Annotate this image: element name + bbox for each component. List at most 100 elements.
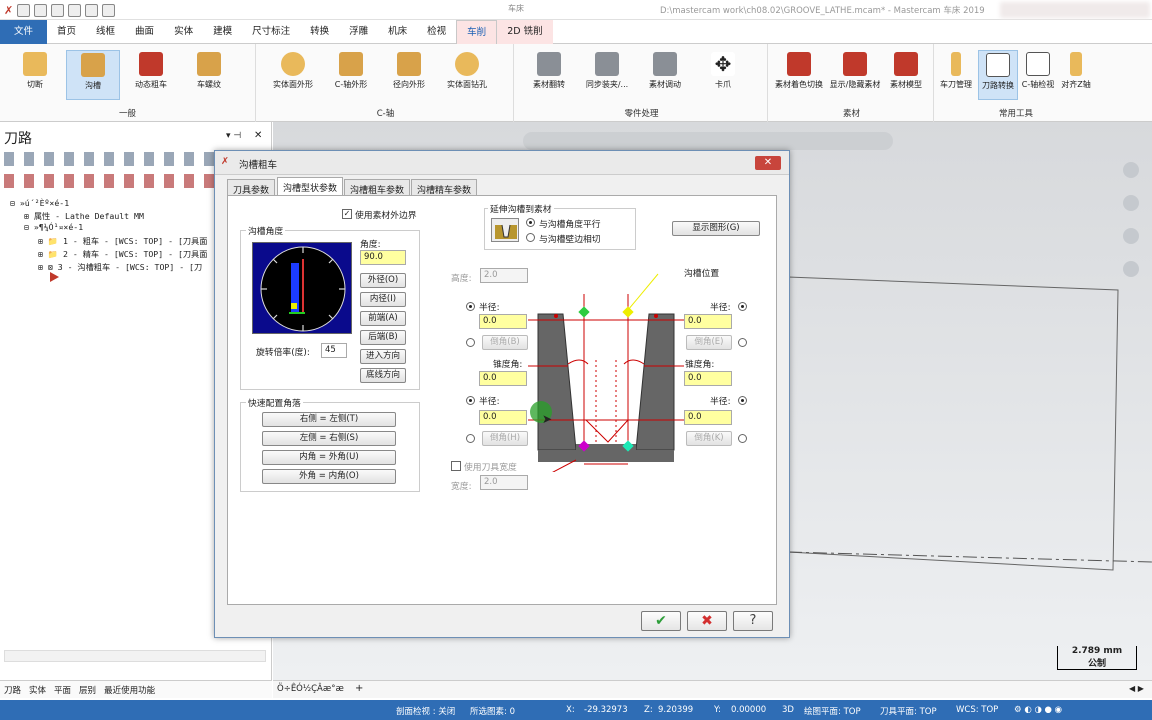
toolpath-toolbar-row2[interactable] [4, 174, 214, 188]
use-tool-width-checkbox[interactable] [451, 461, 461, 471]
tab-solids[interactable]: 实体 [164, 20, 203, 44]
cutoff-button[interactable]: 切断 [8, 50, 62, 100]
plunge-direction-button[interactable]: 进入方向(E) [360, 349, 406, 364]
left-equals-right-button[interactable]: 左侧 = 右侧(S) [262, 431, 396, 446]
tab-wireframe[interactable]: 线框 [86, 20, 125, 44]
tree-toolpath-group[interactable]: ⊟ »¶¼Ó¹¤×é-1 [24, 222, 83, 232]
dialog-title-bar[interactable]: ✗ 沟槽粗车 [215, 151, 789, 175]
right-toolbar[interactable] [1123, 162, 1143, 642]
new-file-icon[interactable] [17, 3, 31, 17]
angle-field[interactable]: 90.0 [360, 250, 406, 265]
right-top-chamfer-button[interactable]: 倒角(E) [686, 335, 732, 350]
tab-planes[interactable]: 平面 [54, 684, 71, 696]
scroll-arrows-icon[interactable]: ◀ ▶ [1129, 684, 1144, 693]
right-bottom-radius-radio[interactable] [738, 396, 747, 405]
tab-dimension[interactable]: 尺寸标注 [242, 20, 300, 44]
horizontal-scrollbar[interactable] [4, 650, 266, 662]
right-bottom-chamfer-button[interactable]: 倒角(K) [686, 431, 732, 446]
wcs-status[interactable]: WCS: TOP [956, 705, 998, 715]
tree-op-3[interactable]: ⊞ ⊠ 3 - 沟槽粗车 - [WCS: TOP] - [刀 [38, 261, 202, 273]
back-face-button[interactable]: 后端(B) [360, 330, 406, 345]
extend-tangent-radio[interactable] [526, 233, 535, 242]
print-icon[interactable] [68, 3, 82, 17]
inner-diameter-button[interactable]: 内径(I) [360, 292, 406, 307]
right-top-radius-radio[interactable] [738, 302, 747, 311]
use-stock-boundary-checkbox[interactable]: ✓ [342, 209, 352, 219]
tree-op-1[interactable]: ⊞ 📁 1 - 粗车 - [WCS: TOP] - [刀具面 [38, 235, 207, 247]
stock-shading-button[interactable]: 素材着色切换 [772, 50, 826, 100]
outer-equals-inner-button[interactable]: 外角 = 内角(O) [262, 469, 396, 484]
add-viewsheet-button[interactable]: + [355, 683, 363, 694]
front-face-button[interactable]: 前端(A) [360, 311, 406, 326]
width-field[interactable]: 2.0 [480, 475, 528, 490]
tab-machine[interactable]: 机床 [378, 20, 417, 44]
stock-model-button[interactable]: 素材模型 [882, 50, 930, 100]
undo-icon[interactable] [85, 3, 99, 17]
help-button[interactable]: ? [733, 611, 773, 631]
tab-transform[interactable]: 转换 [300, 20, 339, 44]
left-taper-field[interactable]: 0.0 [479, 371, 527, 386]
face-drill-button[interactable]: 实体面钻孔 [440, 50, 494, 100]
pin-icon[interactable]: ▾ ⊣ [226, 131, 241, 141]
right-bottom-radius-field[interactable]: 0.0 [684, 410, 732, 425]
sync-chuck-button[interactable]: 同步装夹/... [580, 50, 634, 100]
dynamic-rough-button[interactable]: 动态粗车 [124, 50, 178, 100]
c-axis-contour-button[interactable]: C-轴外形 [324, 50, 378, 100]
tab-file[interactable]: 文件 [0, 20, 48, 44]
bottom-direction-button[interactable]: 底线方向(L) [360, 368, 406, 383]
tab-2d-milling[interactable]: 2D 铣削 [497, 20, 553, 44]
viewsheet-tab[interactable]: Ö÷ÊÓ½ÇÂæ°æ [277, 684, 344, 694]
tab-relief[interactable]: 浮雕 [339, 20, 378, 44]
tab-levels[interactable]: 层别 [79, 684, 96, 696]
tool-manager-button[interactable]: 车刀管理 [936, 50, 976, 100]
left-top-chamfer-radio[interactable] [466, 338, 475, 347]
left-bottom-radius-field[interactable]: 0.0 [479, 410, 527, 425]
section-view-status[interactable]: 剖面检视 : 关闭 [396, 705, 455, 717]
cross-contour-button[interactable]: 径向外形 [382, 50, 436, 100]
left-top-radius-field[interactable]: 0.0 [479, 314, 527, 329]
stock-flip-button[interactable]: 素材翻转 [522, 50, 576, 100]
open-file-icon[interactable] [34, 3, 48, 17]
outer-diameter-button[interactable]: 外径(O) [360, 273, 406, 288]
chuck-button[interactable]: ✥ 卡爪 [696, 50, 750, 100]
right-top-chamfer-radio[interactable] [738, 338, 747, 347]
extend-parallel-radio[interactable] [526, 218, 535, 227]
left-bottom-chamfer-radio[interactable] [466, 434, 475, 443]
view-mode-icons[interactable]: ⚙ ◐ ◑ ● ◉ [1014, 705, 1062, 715]
view-toolbar[interactable] [523, 132, 893, 150]
tool-plane[interactable]: 刀具平面: TOP [880, 705, 937, 717]
groove-button[interactable]: 沟槽 [66, 50, 120, 100]
height-field[interactable]: 2.0 [480, 268, 528, 283]
tab-home[interactable]: 首页 [47, 20, 86, 44]
c-axis-view-button[interactable]: C-轴检视 [1020, 50, 1056, 100]
tab-view[interactable]: 检视 [417, 20, 456, 44]
right-bottom-chamfer-radio[interactable] [738, 434, 747, 443]
mode-3d[interactable]: 3D [782, 705, 794, 715]
right-top-radius-field[interactable]: 0.0 [684, 314, 732, 329]
tab-toolpaths[interactable]: 刀路 [4, 684, 21, 696]
left-top-chamfer-button[interactable]: 倒角(B) [482, 335, 528, 350]
toolpath-transform-button[interactable]: 刀路转换 [978, 50, 1018, 100]
stock-display-button[interactable]: 显示/隐藏素材 [828, 50, 882, 100]
window-controls[interactable] [1000, 2, 1150, 18]
ok-button[interactable]: ✔ [641, 611, 681, 631]
left-top-radius-radio[interactable] [466, 302, 475, 311]
thread-button[interactable]: 车螺纹 [182, 50, 236, 100]
tree-properties[interactable]: ⊞ 属性 - Lathe Default MM [24, 210, 144, 222]
tab-turning[interactable]: 车削 [456, 20, 498, 44]
rotate-increment-field[interactable]: 45 [321, 343, 347, 358]
save-icon[interactable] [51, 3, 65, 17]
tab-surfaces[interactable]: 曲面 [125, 20, 164, 44]
construction-plane[interactable]: 绘图平面: TOP [804, 705, 861, 717]
inner-equals-outer-button[interactable]: 内角 = 外角(U) [262, 450, 396, 465]
right-taper-field[interactable]: 0.0 [684, 371, 732, 386]
tab-solids-panel[interactable]: 实体 [29, 684, 46, 696]
stock-move-button[interactable]: 素材调动 [638, 50, 692, 100]
left-bottom-radius-radio[interactable] [466, 396, 475, 405]
cancel-button[interactable]: ✖ [687, 611, 727, 631]
tab-recent-functions[interactable]: 最近使用功能 [104, 684, 155, 696]
face-contour-button[interactable]: 实体面外形 [266, 50, 320, 100]
dialog-close-button[interactable]: ✕ [755, 156, 781, 170]
angle-dial[interactable] [252, 242, 352, 334]
align-z-button[interactable]: 对齐Z轴 [1058, 50, 1094, 100]
